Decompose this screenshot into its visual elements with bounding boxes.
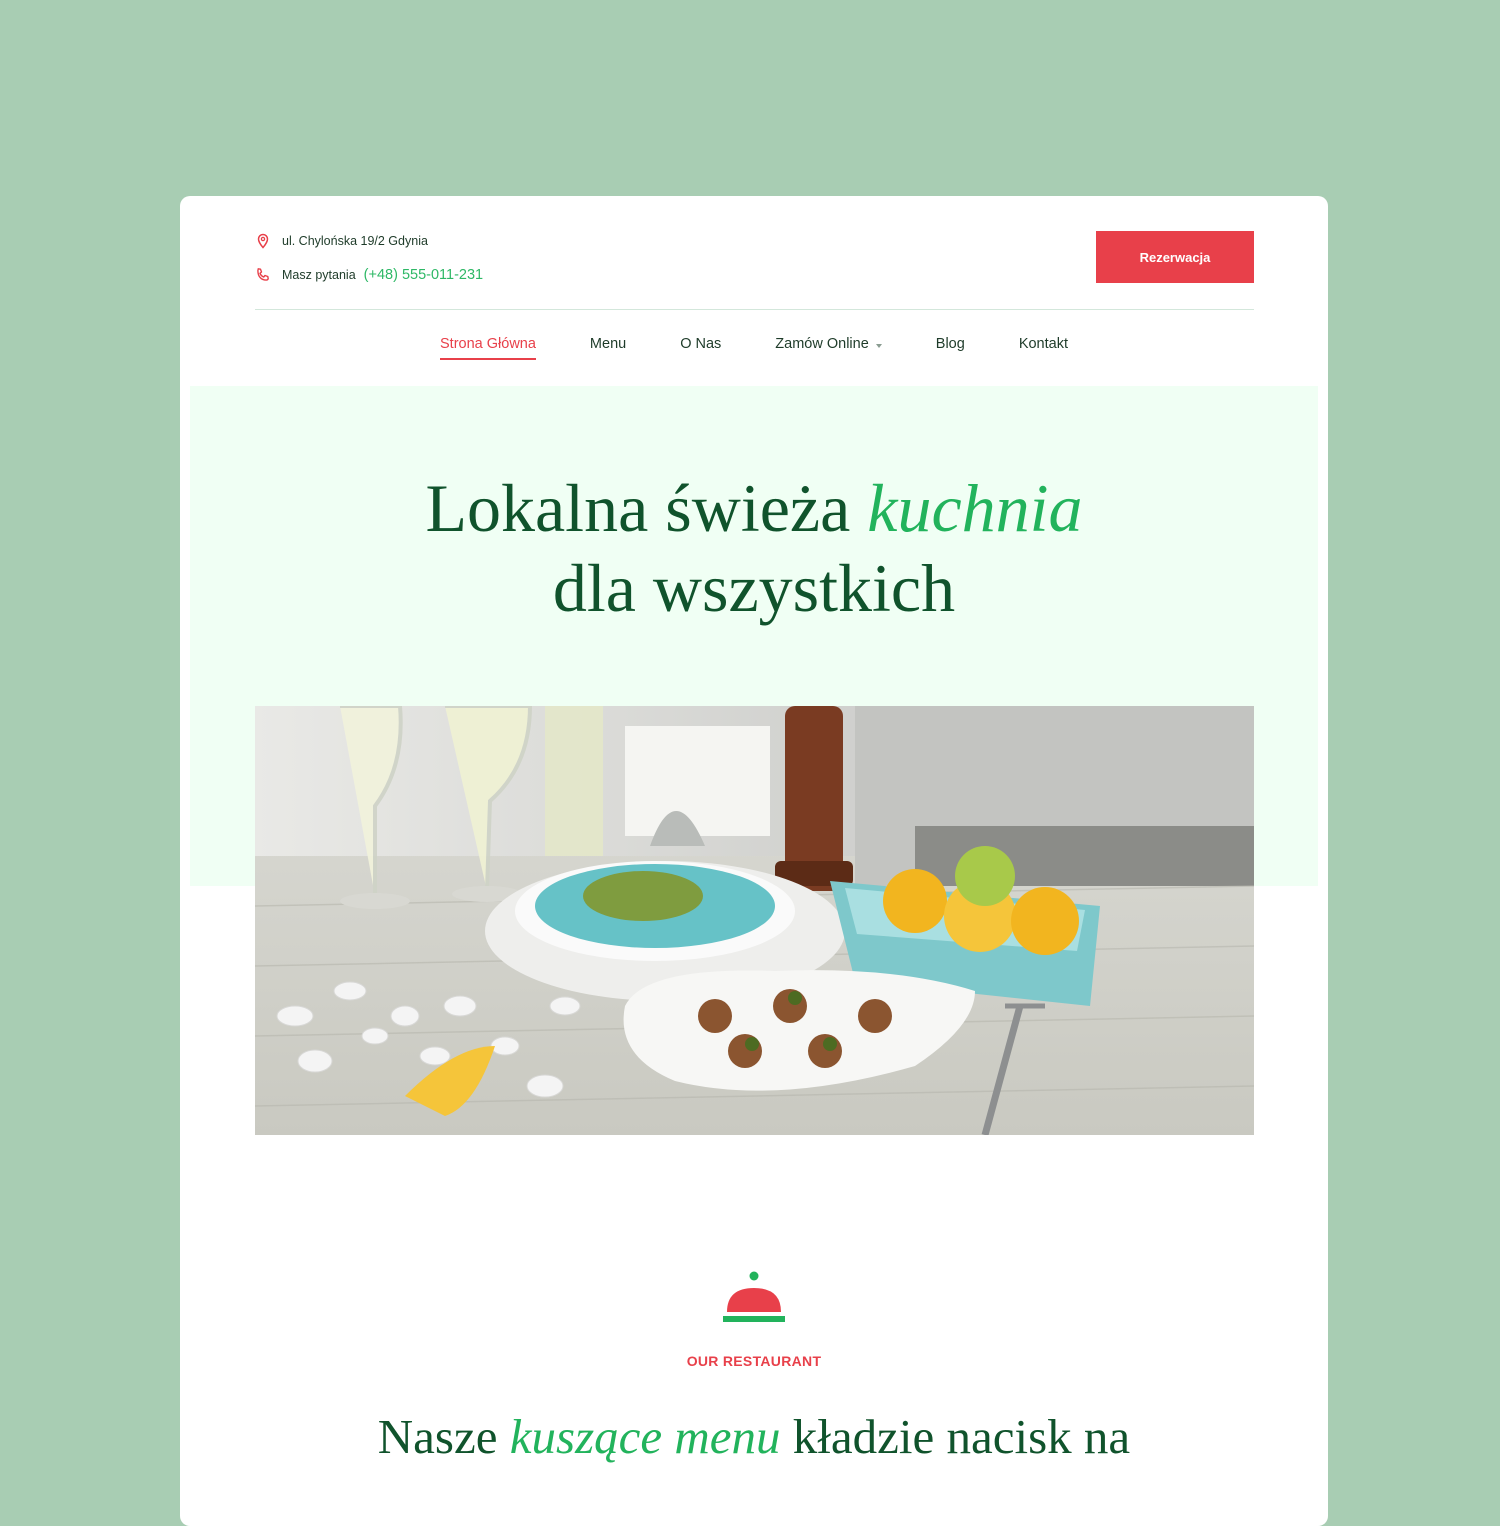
page-card: ul. Chylońska 19/2 Gdynia Masz pytania (… xyxy=(180,196,1328,1526)
nav-item-label: Zamów Online xyxy=(775,336,869,352)
nav-item-label: Blog xyxy=(935,336,965,352)
nav-item-label: Strona Główna xyxy=(440,336,536,352)
nav-item-order-online[interactable]: Zamów Online xyxy=(775,336,882,366)
section-title-accent: kuszące menu xyxy=(509,1409,781,1464)
address-text: ul. Chylońska 19/2 Gdynia xyxy=(282,234,428,248)
main-nav: Strona Główna Menu O Nas Zamów Online Bl… xyxy=(180,336,1328,366)
section-title-suffix: kładzie nacisk na xyxy=(780,1409,1131,1464)
nav-item-menu[interactable]: Menu xyxy=(590,336,626,366)
hero-photo xyxy=(255,706,1254,1135)
contact-info: ul. Chylońska 19/2 Gdynia Masz pytania (… xyxy=(255,230,483,298)
location-pin-icon xyxy=(255,233,271,249)
nav-item-contact[interactable]: Kontakt xyxy=(1019,336,1068,366)
hero-title-prefix: Lokalna świeża xyxy=(425,470,868,546)
hero-title-accent: kuchnia xyxy=(867,470,1083,546)
cloche-icon xyxy=(722,1270,786,1331)
section-title-prefix: Nasze xyxy=(377,1409,510,1464)
header-divider xyxy=(255,309,1254,310)
hero-title-line2: dla wszystkich xyxy=(552,550,956,626)
reservation-button[interactable]: Rezerwacja xyxy=(1096,231,1254,283)
question-label: Masz pytania xyxy=(282,268,356,282)
nav-item-label: Menu xyxy=(589,336,627,352)
nav-item-label: O Nas xyxy=(680,336,722,352)
phone-row: Masz pytania (+48) 555-011-231 xyxy=(255,264,483,286)
nav-item-label: Kontakt xyxy=(1018,336,1068,352)
chevron-down-icon xyxy=(875,344,882,348)
phone-link[interactable]: (+48) 555-011-231 xyxy=(364,267,483,283)
phone-icon xyxy=(255,267,271,283)
nav-item-home[interactable]: Strona Główna xyxy=(440,336,536,366)
section-eyebrow: OUR RESTAURANT xyxy=(686,1353,822,1369)
section-title: Nasze kuszące menu kładzie nacisk na xyxy=(180,1401,1328,1473)
nav-item-about[interactable]: O Nas xyxy=(680,336,721,366)
address-row: ul. Chylońska 19/2 Gdynia xyxy=(255,230,483,252)
hero-title: Lokalna świeża kuchnia dla wszystkich xyxy=(180,468,1328,628)
nav-item-blog[interactable]: Blog xyxy=(936,336,965,366)
